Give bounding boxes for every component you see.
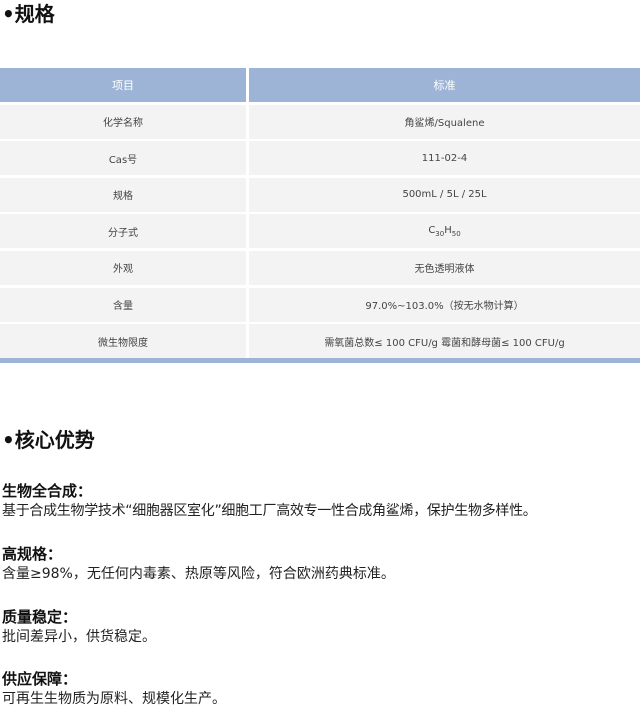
advantage-heading: 生物全合成： bbox=[2, 482, 93, 500]
formula-h: H bbox=[444, 224, 452, 236]
row-value: 97.0%~103.0%（按无水物计算） bbox=[249, 287, 640, 322]
advantage-item: 供应保障： 可再生生物质为原料、规模化生产。 bbox=[2, 669, 640, 709]
advantage-text: 批间差异小，供货稳定。 bbox=[2, 629, 156, 645]
row-value: 111-02-4 bbox=[249, 141, 640, 176]
row-item: 化学名称 bbox=[0, 104, 246, 139]
header-standard: 标准 bbox=[249, 68, 640, 102]
table-row: 微生物限度 需氧菌总数≤ 100 CFU/g 霉菌和酵母菌≤ 100 CFU/g bbox=[0, 324, 640, 359]
row-value: 需氧菌总数≤ 100 CFU/g 霉菌和酵母菌≤ 100 CFU/g bbox=[249, 324, 640, 359]
table-row: 规格 500mL / 5L / 25L bbox=[0, 177, 640, 212]
advantage-heading: 高规格： bbox=[2, 545, 63, 563]
advantages-section-title: •核心优势 bbox=[2, 428, 95, 452]
row-item: 微生物限度 bbox=[0, 324, 246, 359]
row-value: 角鲨烯/Squalene bbox=[249, 104, 640, 139]
advantage-item: 生物全合成： 基于合成生物学技术“细胞器区室化”细胞工厂高效专一性合成角鲨烯，保… bbox=[2, 481, 640, 521]
table-row: Cas号 111-02-4 bbox=[0, 141, 640, 176]
spec-section-title: •规格 bbox=[2, 2, 55, 26]
row-value-formula: C30H50 bbox=[249, 214, 640, 249]
spec-table-header: 项目 标准 bbox=[0, 68, 640, 102]
row-item: Cas号 bbox=[0, 141, 246, 176]
table-row: 分子式 C30H50 bbox=[0, 214, 640, 249]
row-item: 含量 bbox=[0, 287, 246, 322]
row-value: 无色透明液体 bbox=[249, 250, 640, 285]
advantage-text: 含量≥98%，无任何内毒素、热原等风险，符合欧洲药典标准。 bbox=[2, 566, 395, 582]
spec-table: 项目 标准 化学名称 角鲨烯/Squalene Cas号 111-02-4 规格… bbox=[0, 68, 640, 364]
advantage-item: 高规格： 含量≥98%，无任何内毒素、热原等风险，符合欧洲药典标准。 bbox=[2, 544, 640, 584]
header-item: 项目 bbox=[0, 68, 246, 102]
advantage-heading: 质量稳定： bbox=[2, 608, 78, 626]
table-row: 化学名称 角鲨烯/Squalene bbox=[0, 104, 640, 139]
table-row: 含量 97.0%~103.0%（按无水物计算） bbox=[0, 287, 640, 322]
formula-h-subscript: 50 bbox=[451, 229, 461, 238]
advantage-text: 基于合成生物学技术“细胞器区室化”细胞工厂高效专一性合成角鲨烯，保护生物多样性。 bbox=[2, 503, 537, 519]
row-item: 分子式 bbox=[0, 214, 246, 249]
table-row: 外观 无色透明液体 bbox=[0, 250, 640, 285]
row-item: 外观 bbox=[0, 250, 246, 285]
advantage-heading: 供应保障： bbox=[2, 670, 78, 688]
formula: C30H50 bbox=[428, 225, 460, 238]
row-value: 500mL / 5L / 25L bbox=[249, 177, 640, 212]
row-item: 规格 bbox=[0, 177, 246, 212]
advantage-text: 可再生生物质为原料、规模化生产。 bbox=[2, 691, 226, 707]
advantage-item: 质量稳定： 批间差异小，供货稳定。 bbox=[2, 607, 640, 647]
formula-c-subscript: 30 bbox=[435, 229, 445, 238]
